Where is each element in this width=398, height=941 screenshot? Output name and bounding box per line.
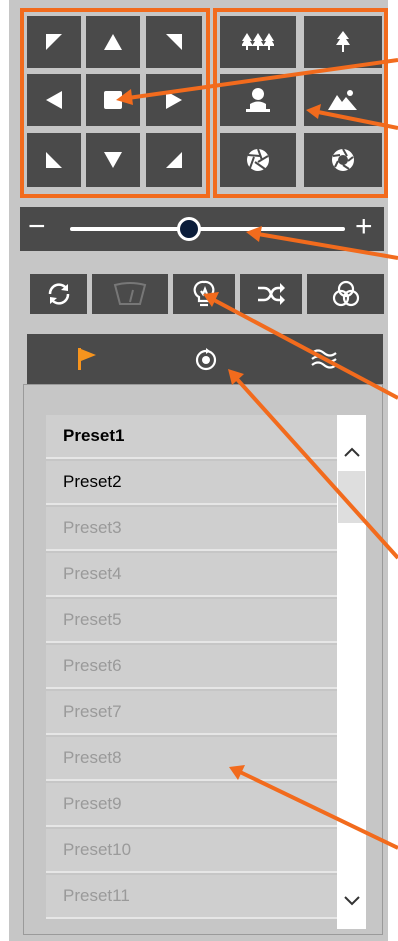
- callout-arrowhead-scene: [306, 104, 321, 119]
- callout-arrow-scene: [317, 110, 398, 130]
- callout-arrow-ptz: [127, 58, 398, 100]
- callout-arrow-tab: [234, 376, 398, 560]
- callout-arrows: [116, 58, 398, 850]
- callout-arrow-list: [239, 770, 398, 850]
- callout-arrowhead-ptz: [116, 89, 133, 105]
- callout-arrow-zoom: [257, 232, 398, 260]
- callout-arrowhead-zoom: [246, 226, 262, 242]
